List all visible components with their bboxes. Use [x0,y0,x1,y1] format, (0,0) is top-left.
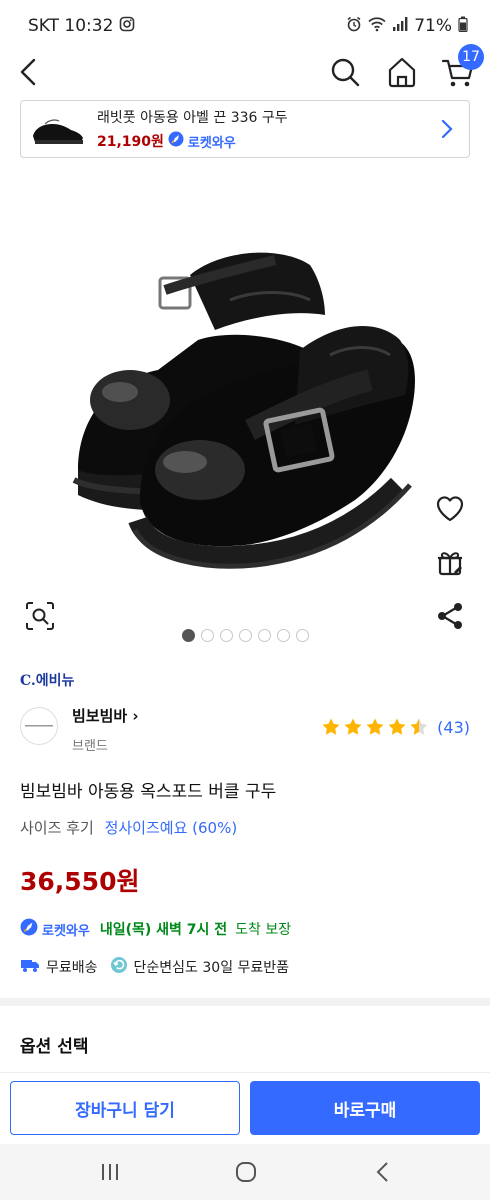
signal-icon [392,16,408,37]
brand-avatar[interactable] [20,707,58,745]
add-to-cart-button[interactable]: 장바구니 담기 [10,1081,240,1135]
home-icon [388,57,416,88]
instagram-icon [119,16,135,37]
search-button[interactable] [328,54,362,90]
gift-button[interactable] [432,544,468,580]
search-icon [331,58,360,87]
battery-icon [458,16,468,37]
image-carousel-indicator [0,629,490,642]
wifi-icon [368,16,386,37]
brand-label: 브랜드 [72,739,108,754]
delivery-date: 내일(목) 새벽 7시 전 [99,922,228,938]
chevron-right-icon: › [127,707,139,725]
size-review-label: 사이즈 후기 [20,819,94,837]
status-bar: SKT 10:32 71% [0,0,490,52]
home-button[interactable] [385,54,419,90]
carousel-dot[interactable] [276,629,290,642]
rocket-icon [20,918,38,940]
free-shipping-label: 무료배송 [46,960,98,976]
section-divider [0,998,490,1006]
size-review-row[interactable]: 사이즈 후기 정사이즈예요 (60%) [20,817,237,838]
bottom-action-bar: 장바구니 담기 바로구매 [0,1072,490,1144]
size-review-value: 정사이즈예요 (60%) [104,819,238,837]
heart-icon [436,496,464,522]
truck-icon [20,957,40,977]
delivery-info: 로켓와우 내일(목) 새벽 7시 전 도착 보장 [20,918,291,940]
system-back-icon [376,1162,388,1182]
carousel-dot[interactable] [200,629,214,642]
gift-icon [438,552,462,576]
rocket-wow-label: 로켓와우 [42,923,90,939]
product-image[interactable] [0,170,490,640]
recent-apps-icon [102,1164,118,1180]
return-icon [110,956,128,978]
carousel-dot[interactable] [219,629,233,642]
related-product-banner[interactable]: 래빗풋 아동용 아벨 끈 336 구두 21,190원 로켓와우 [20,100,470,158]
product-price: 36,550원 [20,867,140,896]
related-product-title: 래빗풋 아동용 아벨 끈 336 구두 [97,110,288,126]
home-circle-icon [236,1162,256,1182]
options-section-title[interactable]: 옵션 선택 [20,1032,88,1057]
chevron-right-icon [437,117,457,141]
recent-apps-button[interactable] [95,1158,125,1186]
shop-logo[interactable]: C.에비뉴 [20,670,74,690]
related-product-price: 21,190원 [97,134,164,150]
status-time: SKT 10:32 [28,16,114,36]
alarm-icon [346,16,362,37]
rating[interactable]: (43) [321,717,470,737]
carousel-dot[interactable] [257,629,271,642]
product-title: 빔보빔바 아동용 옥스포드 버클 구두 [20,782,277,802]
system-navigation-bar [0,1144,490,1200]
brand-row: 빔보빔바 › 브랜드 (43) [20,705,470,755]
wishlist-button[interactable] [432,490,468,526]
brand-name-link[interactable]: 빔보빔바 › [72,705,139,726]
back-arrow-icon [20,58,36,86]
system-back-button[interactable] [368,1158,398,1186]
buy-now-button[interactable]: 바로구매 [250,1081,480,1135]
top-navigation [0,52,490,98]
rocket-icon [168,131,184,151]
benefits-row: 무료배송 단순변심도 30일 무료반품 [20,956,289,978]
carousel-dot[interactable] [238,629,252,642]
rocket-wow-label: 로켓와우 [187,135,236,151]
carousel-dot[interactable] [295,629,309,642]
related-product-thumbnail [27,106,89,152]
home-nav-button[interactable] [231,1158,261,1186]
back-button[interactable] [14,54,50,90]
free-return-label: 단순변심도 30일 무료반품 [133,960,290,976]
cart-count-badge: 17 [458,44,484,70]
star-rating-icon [322,718,428,735]
carousel-dot[interactable] [181,629,195,642]
battery-percent: 71% [414,16,452,36]
review-count[interactable]: (43) [437,718,470,737]
delivery-guarantee: 도착 보장 [235,922,292,938]
